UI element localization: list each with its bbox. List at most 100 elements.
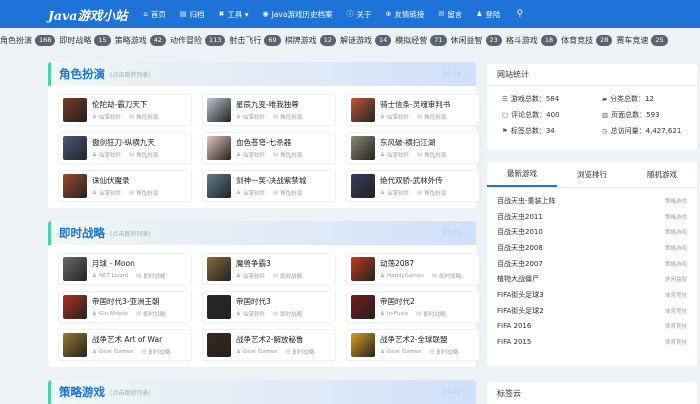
game-card[interactable]: 血色苍穹-七杀器 ♟ 仙掌软件 ▤ 角色扮演 (202, 132, 336, 164)
game-title: 月球 - Moon (92, 259, 135, 268)
latest-game-item[interactable]: 百战天虫2010 策略游戏 (497, 224, 687, 240)
more-link[interactable]: More » (443, 388, 468, 396)
archive-icon: ▤ (179, 10, 187, 18)
game-title: 伦陀劫-霸刀天下 (92, 100, 148, 109)
game-title: 战争艺术2-全球联盟 (380, 335, 448, 344)
nav-item-7[interactable]: ♟ 登陆 (476, 9, 500, 20)
game-thumbnail (351, 136, 375, 160)
developer-icon: ♟ (236, 273, 241, 279)
stat-label: 评论总数：400 (511, 111, 560, 119)
game-card[interactable]: 战争艺术2-解放秘鲁 ♟ Gear Games ▤ 即时战略 (202, 329, 336, 361)
game-info: 绝代双骄-武林外传 ♟ 仙掌软件 ▤ 角色扮演 (380, 175, 446, 197)
category-tag[interactable]: 即时战略 15 (59, 34, 111, 46)
game-card[interactable]: 动荡2087 ♟ HandyGames ▤ 即时战略 (346, 253, 480, 285)
game-category: 角色扮演 (280, 115, 303, 121)
game-card[interactable]: 伦陀劫-霸刀天下 ♟ 仙掌软件 ▤ 角色扮演 (58, 94, 192, 126)
nav-item-0[interactable]: ⌂ 首页 (143, 9, 165, 20)
message-icon: ✉ (438, 10, 445, 18)
section-title[interactable]: 即时战略 (59, 225, 105, 241)
nav-item-6[interactable]: ✉ 留言 (438, 9, 462, 20)
game-card[interactable]: 魔兽争霸3 ♟ 仙掌软件 ▤ 即时战略 (202, 253, 336, 285)
developer-icon: ♟ (92, 152, 97, 158)
game-list-tabs: 最新游戏 浏览排行 随机游戏 (487, 162, 697, 188)
nav-item-5[interactable]: ⊕ 友情链接 (385, 9, 424, 20)
site-brand[interactable]: Java游戏小站 (48, 5, 127, 24)
search-icon[interactable]: ⚲ (516, 9, 523, 19)
tag-cloud-panel: 标签云 (487, 382, 697, 404)
game-card[interactable]: 傲剑狂刀-纵横九天 ♟ 仙掌软件 ▤ 角色扮演 (58, 132, 192, 164)
game-card[interactable]: 剑神一笑-决战紫禁城 ♟ 仙掌软件 ▤ 角色扮演 (202, 170, 336, 202)
game-card[interactable]: 骑士信条-灵魂审判书 ♟ 仙掌软件 ▤ 角色扮演 (346, 94, 480, 126)
category-tag[interactable]: 体育竞技 28 (561, 34, 613, 46)
category-tag[interactable]: 动作冒险 113 (170, 34, 226, 46)
game-developer: Glu Mobile (98, 311, 129, 317)
game-thumbnail (63, 174, 87, 198)
nav-item-3[interactable]: ◉ Java游戏历史档案 (263, 9, 333, 20)
latest-game-item[interactable]: 百战天虫2011 策略游戏 (497, 209, 687, 225)
latest-game-item[interactable]: FIFA街头足球3 体育竞技 (497, 287, 687, 303)
latest-game-item[interactable]: FIFA 2015 体育竞技 (497, 334, 687, 350)
game-category: 角色扮演 (280, 191, 303, 197)
game-category: 即时战略 (436, 350, 459, 356)
game-category: 角色扮演 (280, 153, 303, 159)
game-thumbnail (351, 98, 375, 122)
developer-icon: ♟ (236, 114, 241, 120)
game-list-panel: 最新游戏 浏览排行 随机游戏 百战天虫-重装上阵 策略游戏 百战天虫2011 策略游戏 百战… (487, 162, 697, 366)
latest-game-item[interactable]: 植物大战僵尸 休闲益智 (497, 271, 687, 287)
category-tag[interactable]: 赛车竞速 25 (616, 34, 668, 46)
tab-0[interactable]: 最新游戏 (487, 162, 557, 187)
tab-2[interactable]: 随机游戏 (627, 162, 697, 187)
category-icon: ▤ (416, 311, 422, 317)
section-title[interactable]: 策略游戏 (59, 384, 105, 400)
game-developer: 仙掌软件 (98, 115, 121, 121)
category-tag[interactable]: 棋牌游戏 12 (285, 34, 336, 46)
category-tag[interactable]: 模拟经营 71 (395, 34, 447, 46)
tab-1[interactable]: 浏览排行 (557, 162, 627, 187)
game-card[interactable]: 诛仙伏魔录 ♟ 仙掌软件 ▤ 角色扮演 (58, 170, 192, 202)
game-info: 骑士信条-灵魂审判书 ♟ 仙掌软件 ▤ 角色扮演 (380, 99, 450, 121)
game-meta: ♟ Gear Games ▤ 即时战略 (236, 348, 314, 356)
category-tag[interactable]: 射击飞行 69 (229, 34, 281, 46)
category-tag[interactable]: 解谜游戏 14 (340, 34, 392, 46)
latest-game-item[interactable]: 百战天虫2007 策略游戏 (497, 256, 687, 272)
game-card[interactable]: 月球 - Moon ♟ NET Lizard ▤ 即时战略 (58, 253, 192, 285)
comment-icon: ▢ (502, 111, 509, 119)
developer-icon: ♟ (92, 349, 97, 355)
latest-game-item[interactable]: FIFA 2016 体育竞技 (497, 319, 687, 335)
game-meta: ♟ 仙掌软件 ▤ 即时战略 (236, 272, 302, 280)
nav-item-label: 登陆 (485, 9, 501, 19)
latest-game-item[interactable]: FIFA街头足球2 体育竞技 (497, 303, 687, 319)
game-card[interactable]: 东风破-横扫江湖 ♟ 仙掌软件 ▤ 角色扮演 (346, 132, 480, 164)
more-label: More (442, 229, 462, 237)
game-info: 月球 - Moon ♟ NET Lizard ▤ 即时战略 (92, 258, 165, 280)
category-tag[interactable]: 角色扮演 168 (0, 34, 56, 46)
latest-game-item[interactable]: 百战天虫-重装上阵 策略游戏 (497, 193, 687, 209)
game-card[interactable]: 帝国时代3-亚洲王朝 ♟ Glu Mobile ▤ 即时战略 (58, 291, 192, 323)
more-link[interactable]: More » (443, 70, 468, 78)
game-title: 帝国时代2 (380, 297, 415, 306)
category-count-badge: 25 (651, 34, 668, 46)
game-card[interactable]: 战争艺术 Art of War ♟ Gear Games ▤ 即时战略 (58, 329, 192, 361)
category-tag[interactable]: 策略游戏 42 (115, 34, 166, 46)
more-link[interactable]: More » (443, 229, 468, 237)
latest-game-item[interactable]: 百战天虫2008 策略游戏 (497, 240, 687, 256)
stat-label: 总访问量：4,427,621 (610, 127, 682, 135)
game-card[interactable]: 战争艺术2-全球联盟 ♟ Gear Games ▤ 即时战略 (346, 329, 480, 361)
game-category: 即时战略 (143, 312, 166, 318)
game-card[interactable]: 帝国时代3 ♟ 仙掌软件 ▤ 即时战略 (202, 291, 336, 323)
game-card[interactable]: 星辰九变-唯我独尊 ♟ 仙掌软件 ▤ 角色扮演 (202, 94, 336, 126)
nav-item-2[interactable]: ✖ 工具 ▾ (218, 9, 248, 20)
section-title[interactable]: 角色扮演 (59, 66, 105, 82)
category-tag[interactable]: 休闲益智 23 (451, 34, 502, 46)
game-developer: 仙掌软件 (386, 153, 409, 159)
game-info: 动荡2087 ♟ HandyGames ▤ 即时战略 (380, 258, 461, 280)
game-card[interactable]: 帝国时代2 ♟ In-Fusio ▤ 即时战略 (346, 291, 480, 323)
game-card[interactable]: 绝代双骄-武林外传 ♟ 仙掌软件 ▤ 角色扮演 (346, 170, 480, 202)
developer-icon: ♟ (92, 273, 97, 279)
latest-game-name: FIFA街头足球2 (497, 306, 544, 315)
game-meta: ♟ In-Fusio ▤ 即时战略 (380, 310, 445, 318)
nav-item-4[interactable]: ⓘ 关于 (346, 9, 371, 20)
nav-item-1[interactable]: ▤ 归档 (180, 9, 205, 20)
section-header: 策略游戏 (点击跳转列表) More » (48, 380, 476, 404)
category-tag[interactable]: 格斗游戏 18 (506, 34, 558, 46)
